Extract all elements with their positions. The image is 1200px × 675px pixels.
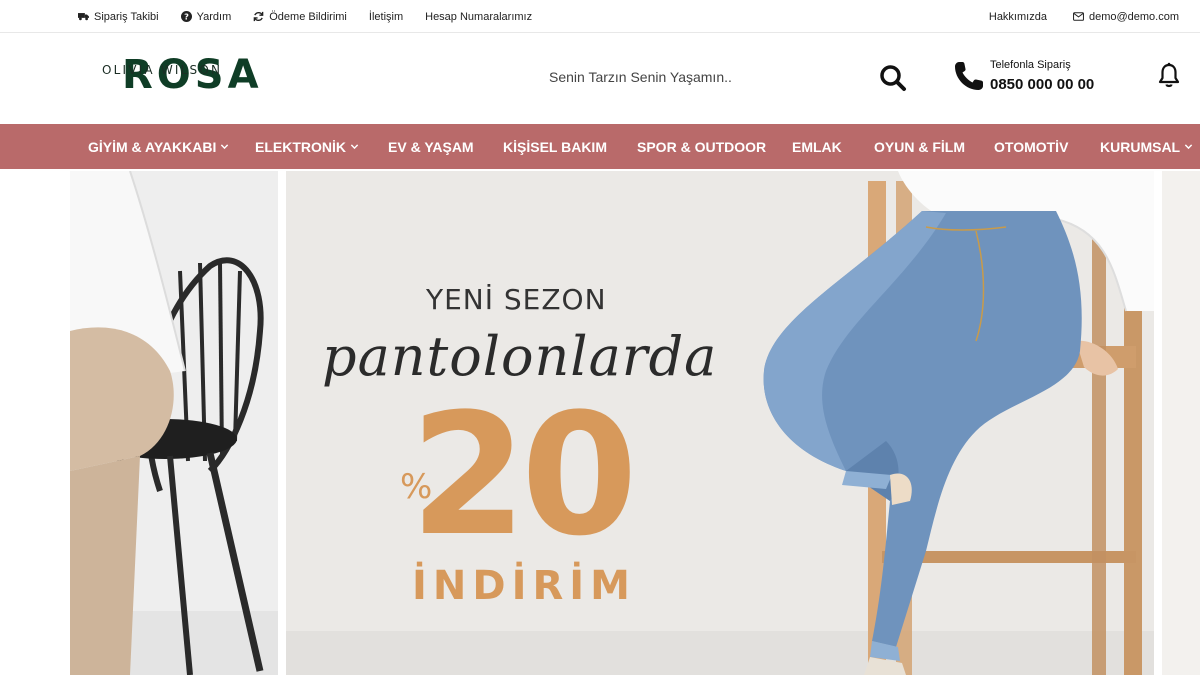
nav-item-label: KİŞİSEL BAKIM — [503, 138, 607, 155]
slide-previous[interactable] — [70, 171, 278, 675]
truck-icon — [78, 13, 89, 21]
nav-item-personal-care[interactable]: KİŞİSEL BAKIM — [503, 124, 607, 169]
phone-label: Telefonla Sipariş — [990, 59, 1071, 71]
order-tracking-label: Sipariş Takibi — [94, 10, 159, 23]
nav-item-real-estate[interactable]: EMLAK — [792, 124, 842, 169]
nav-item-label: SPOR & OUTDOOR — [637, 138, 767, 155]
help-label: Yardım — [196, 10, 232, 23]
envelope-icon — [1072, 12, 1084, 21]
top-bar: Sipariş Takibi ? Yardım Ödeme Bildirimi … — [0, 0, 1200, 33]
payment-notice-label: Ödeme Bildirimi — [269, 10, 347, 23]
svg-text:?: ? — [184, 11, 189, 21]
slide-current[interactable]: YENİ SEZON pantolonlarda % 20 İNDİRİM — [286, 171, 1154, 675]
top-bar-links: Sipariş Takibi ? Yardım Ödeme Bildirimi … — [78, 0, 532, 33]
nav-item-sport-outdoor[interactable]: SPOR & OUTDOOR — [637, 124, 766, 169]
nav-item-games-film[interactable]: OYUN & FİLM — [874, 124, 965, 169]
nav-item-label: OTOMOTİV — [994, 138, 1069, 155]
email-label: demo@demo.com — [1088, 10, 1179, 23]
nav-item-label: OYUN & FİLM — [874, 138, 965, 155]
nav-item-home-living[interactable]: EV & YAŞAM — [388, 124, 474, 169]
site-header: ROSA OLIVIA WILSON Telefonla Sipariş 085… — [0, 33, 1200, 124]
hero-slider: YENİ SEZON pantolonlarda % 20 İNDİRİM — [0, 169, 1200, 675]
slide-previous-image — [70, 171, 278, 675]
bank-accounts-link[interactable]: Hesap Numaralarımız — [425, 11, 532, 23]
phone-order[interactable]: Telefonla Sipariş 0850 000 00 00 — [952, 57, 1112, 101]
nav-item-corporate[interactable]: KURUMSAL — [1100, 124, 1193, 169]
question-circle-icon: ? — [180, 11, 192, 22]
nav-item-label: ELEKTRONİK — [255, 138, 346, 155]
slide-next-image — [1162, 171, 1200, 675]
nav-item-automotive[interactable]: OTOMOTİV — [994, 124, 1068, 169]
site-logo[interactable]: ROSA OLIVIA WILSON — [102, 45, 259, 105]
nav-item-label: KURUMSAL — [1100, 138, 1181, 155]
logo-tagline: OLIVIA WILSON — [102, 63, 223, 77]
about-label: Hakkımızda — [988, 10, 1047, 23]
contact-label: İletişim — [368, 10, 404, 23]
main-nav: GİYİM & AYAKKABI ELEKTRONİK EV & YAŞAM K… — [0, 124, 1200, 169]
nav-item-clothing[interactable]: GİYİM & AYAKKABI — [88, 124, 229, 169]
email-link[interactable]: demo@demo.com — [1072, 10, 1179, 23]
search-input[interactable] — [540, 55, 860, 99]
refresh-icon — [253, 11, 264, 22]
contact-link[interactable]: İletişim — [369, 11, 403, 23]
nav-item-label: GİYİM & AYAKKABI — [88, 138, 217, 155]
top-bar-right: Hakkımızda demo@demo.com — [989, 0, 1179, 33]
nav-item-label: EV & YAŞAM — [388, 138, 474, 155]
chevron-down-icon — [350, 144, 359, 150]
bank-accounts-label: Hesap Numaralarımız — [425, 10, 533, 23]
bell-icon — [1158, 62, 1180, 88]
help-link[interactable]: ? Yardım — [180, 10, 232, 23]
promo-discount-label: İNDİRİM — [412, 563, 636, 609]
promo-discount-number: 20 — [410, 377, 638, 573]
phone-number: 0850 000 00 00 — [990, 76, 1095, 93]
phone-icon — [955, 62, 983, 90]
nav-item-electronics[interactable]: ELEKTRONİK — [255, 124, 359, 169]
search-button[interactable] — [878, 63, 908, 93]
chevron-down-icon — [221, 144, 229, 150]
order-tracking-link[interactable]: Sipariş Takibi — [78, 11, 159, 23]
promo-headline: YENİ SEZON — [426, 283, 607, 316]
search-icon — [880, 65, 906, 91]
chevron-down-icon — [1184, 144, 1193, 150]
nav-item-label: EMLAK — [792, 138, 842, 155]
notifications-button[interactable] — [1156, 62, 1182, 90]
about-link[interactable]: Hakkımızda — [989, 11, 1047, 23]
payment-notice-link[interactable]: Ödeme Bildirimi — [253, 11, 347, 23]
search-bar — [540, 55, 910, 99]
slide-next[interactable] — [1162, 171, 1200, 675]
